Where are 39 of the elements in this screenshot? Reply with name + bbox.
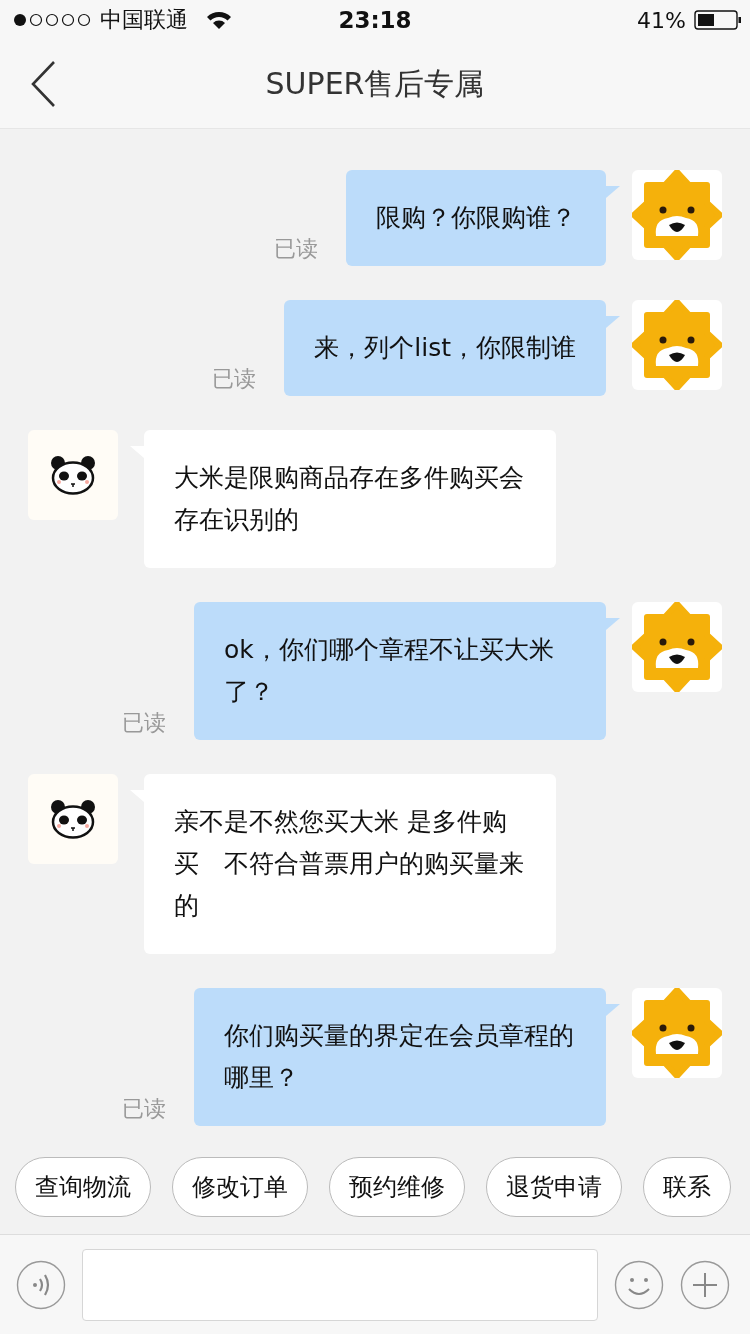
message-bubble: ok，你们哪个章程不让买大米了？ <box>194 602 606 740</box>
lion-icon <box>632 170 722 260</box>
quick-reply-chip[interactable]: 退货申请 <box>486 1157 622 1217</box>
read-receipt: 已读 <box>212 365 257 393</box>
battery-percent: 41% <box>637 7 686 33</box>
back-icon[interactable] <box>30 60 56 108</box>
user-avatar[interactable] <box>632 170 722 260</box>
voice-icon[interactable] <box>16 1259 66 1310</box>
battery-icon <box>694 10 742 30</box>
message-bubble: 你们购买量的界定在会员章程的哪里？ <box>194 988 606 1126</box>
quick-reply-chip[interactable]: 预约维修 <box>329 1157 465 1217</box>
chat-title: SUPER售后专属 <box>265 64 485 103</box>
lion-icon <box>632 988 722 1078</box>
message-bubble: 亲不是不然您买大米 是多件购买 不符合普票用户的购买量来的 <box>144 774 556 954</box>
user-avatar[interactable] <box>632 300 722 390</box>
quick-reply-chip[interactable]: 修改订单 <box>172 1157 308 1217</box>
panda-icon <box>50 799 96 839</box>
read-receipt: 已读 <box>122 709 166 737</box>
panda-icon <box>50 455 96 495</box>
plus-icon[interactable] <box>680 1259 730 1310</box>
read-receipt: 已读 <box>274 235 318 263</box>
message-bubble: 来，列个list，你限制谁 <box>284 300 606 396</box>
read-receipt: 已读 <box>122 1095 166 1123</box>
user-avatar[interactable] <box>632 988 722 1078</box>
agent-avatar[interactable] <box>28 774 118 864</box>
user-avatar[interactable] <box>632 602 722 692</box>
agent-avatar[interactable] <box>28 430 118 520</box>
lion-icon <box>632 602 722 692</box>
carrier-name: 中国联通 <box>100 6 188 34</box>
emoji-icon[interactable] <box>614 1259 664 1310</box>
quick-reply-chip[interactable]: 查询物流 <box>15 1157 151 1217</box>
lion-icon <box>632 300 722 390</box>
wifi-icon <box>206 10 232 30</box>
signal-icon <box>12 12 92 28</box>
clock-time: 23:18 <box>337 7 413 33</box>
message-bubble: 大米是限购商品存在多件购买会存在识别的 <box>144 430 556 568</box>
message-bubble: 限购？你限购谁？ <box>346 170 606 266</box>
quick-reply-chip[interactable]: 联系 <box>643 1157 731 1217</box>
message-input-field[interactable] <box>82 1248 598 1321</box>
